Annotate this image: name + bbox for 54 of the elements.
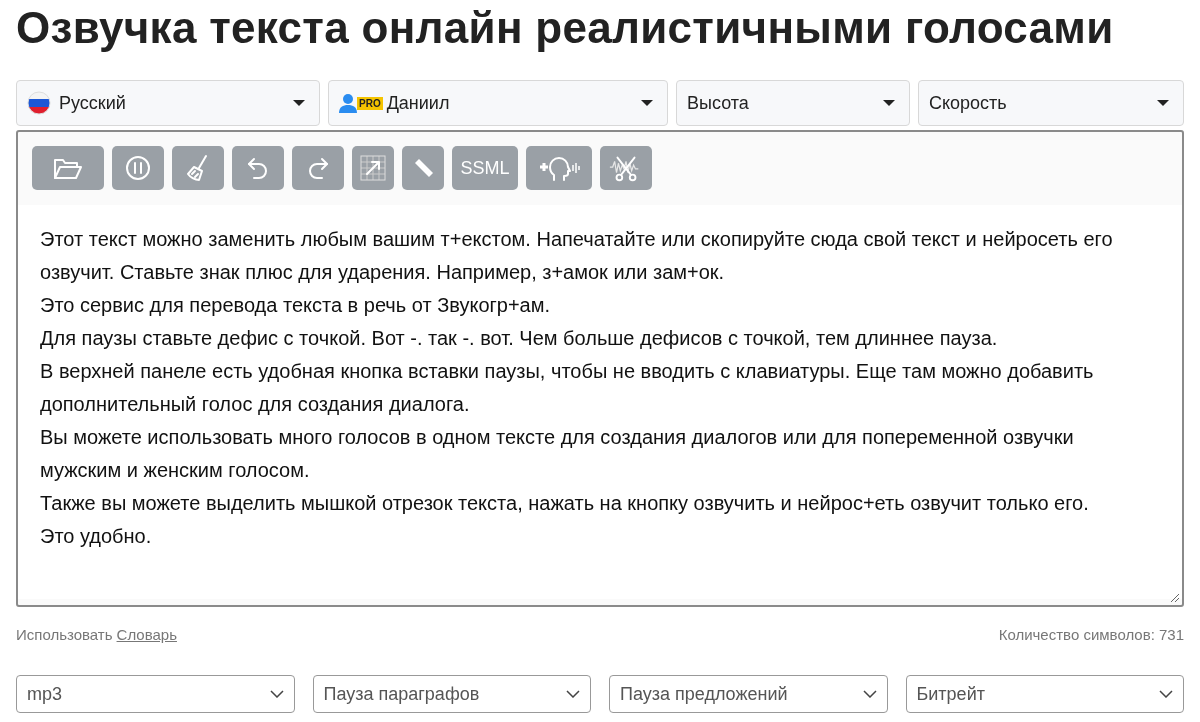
text-paragraph: Вы можете использовать много голосов в одном тексте для создания диалогов или для попеременной озвучки мужским и женским голосом. [40,425,1075,483]
toolbar-button[interactable] [526,146,592,190]
user-icon [339,93,357,113]
caret-icon [293,100,305,106]
text-paragraph: Этот текст можно заменить любым вашим т+екстом. Напечатайте или скопируйте сюда свой текст и нейросеть его озвучит. Ставьте знак плюс для ударения. Например, з+амок или зам+ок. [40,227,1114,285]
pro-badge: PRO [357,96,383,110]
select-field[interactable]: Битрейт [905,675,1184,713]
dictionary-label: Использовать [16,625,113,643]
dropdown[interactable]: Высота [676,80,910,126]
select-label: Пауза параграфов [323,683,480,705]
text-paragraph: Также вы можете выделить мышкой отрезок текста, нажать на кнопку озвучить и нейрос+еть озвучит только его. Это удобно. [40,491,1090,549]
chevron-icon [269,690,284,698]
select-field[interactable]: Пауза параграфов [312,675,591,713]
toolbar-button[interactable] [292,146,344,190]
undo-icon [247,156,269,180]
redo-icon [307,156,329,180]
toolbar-button[interactable] [32,146,104,190]
pause-icon [125,155,151,181]
toolbar-button[interactable] [600,146,652,190]
dropdown-label: Русский [59,92,127,114]
dropdown-label: Скорость [929,92,1008,114]
text-editor[interactable] [16,130,1184,607]
chevron-icon [1159,690,1173,698]
character-count: Количество символов: 731 [998,625,1184,643]
dropdown[interactable]: PRO Даниил [328,80,668,126]
text-paragraph: Это сервис для перевода текста в речь от Звукогр+ам. [40,293,552,318]
select-label: Битрейт [916,683,985,705]
dropdown[interactable]: Скорость [918,80,1184,126]
text-paragraph: Для паузы ставьте дефис с точкой. Вот -. так -. вот. Чем больше дефисов с точкой, тем длиннее пауза. [40,326,999,351]
dictionary-link[interactable]: Словарь [116,625,177,643]
head-plus-icon [538,154,580,182]
toolbar-button[interactable] [352,146,394,190]
grid-arrow-icon [360,155,386,181]
dropdown[interactable]: Русский [16,80,320,126]
toolbar-button[interactable] [172,146,224,190]
resize-handle-icon [1168,591,1180,603]
dropdown-label: Высота [687,92,750,114]
caret-icon [641,100,653,106]
page-title: Озвучка текста онлайн реалистичными голосами [16,2,1115,54]
select-label: Пауза предложений [620,683,788,705]
caret-icon [1157,100,1169,106]
select-label: mp3 [27,683,62,705]
chevron-icon [862,690,877,698]
broom-icon [186,154,210,182]
toolbar-button[interactable] [402,146,444,190]
select-field[interactable]: Пауза предложений [609,675,888,713]
dropdown-label: Даниил [386,92,451,114]
caret-icon [883,100,895,106]
flag-icon [27,91,51,115]
select-field[interactable]: mp3 [16,675,295,713]
chevron-icon [566,690,580,698]
toolbar-button[interactable] [112,146,164,190]
toolbar-button[interactable] [232,146,284,190]
text-paragraph: В верхней панеле есть удобная кнопка вставки паузы, чтобы не вводить с клавиатуры. Еще там можно добавить дополнительный голос для создания диалога. [40,359,1095,417]
